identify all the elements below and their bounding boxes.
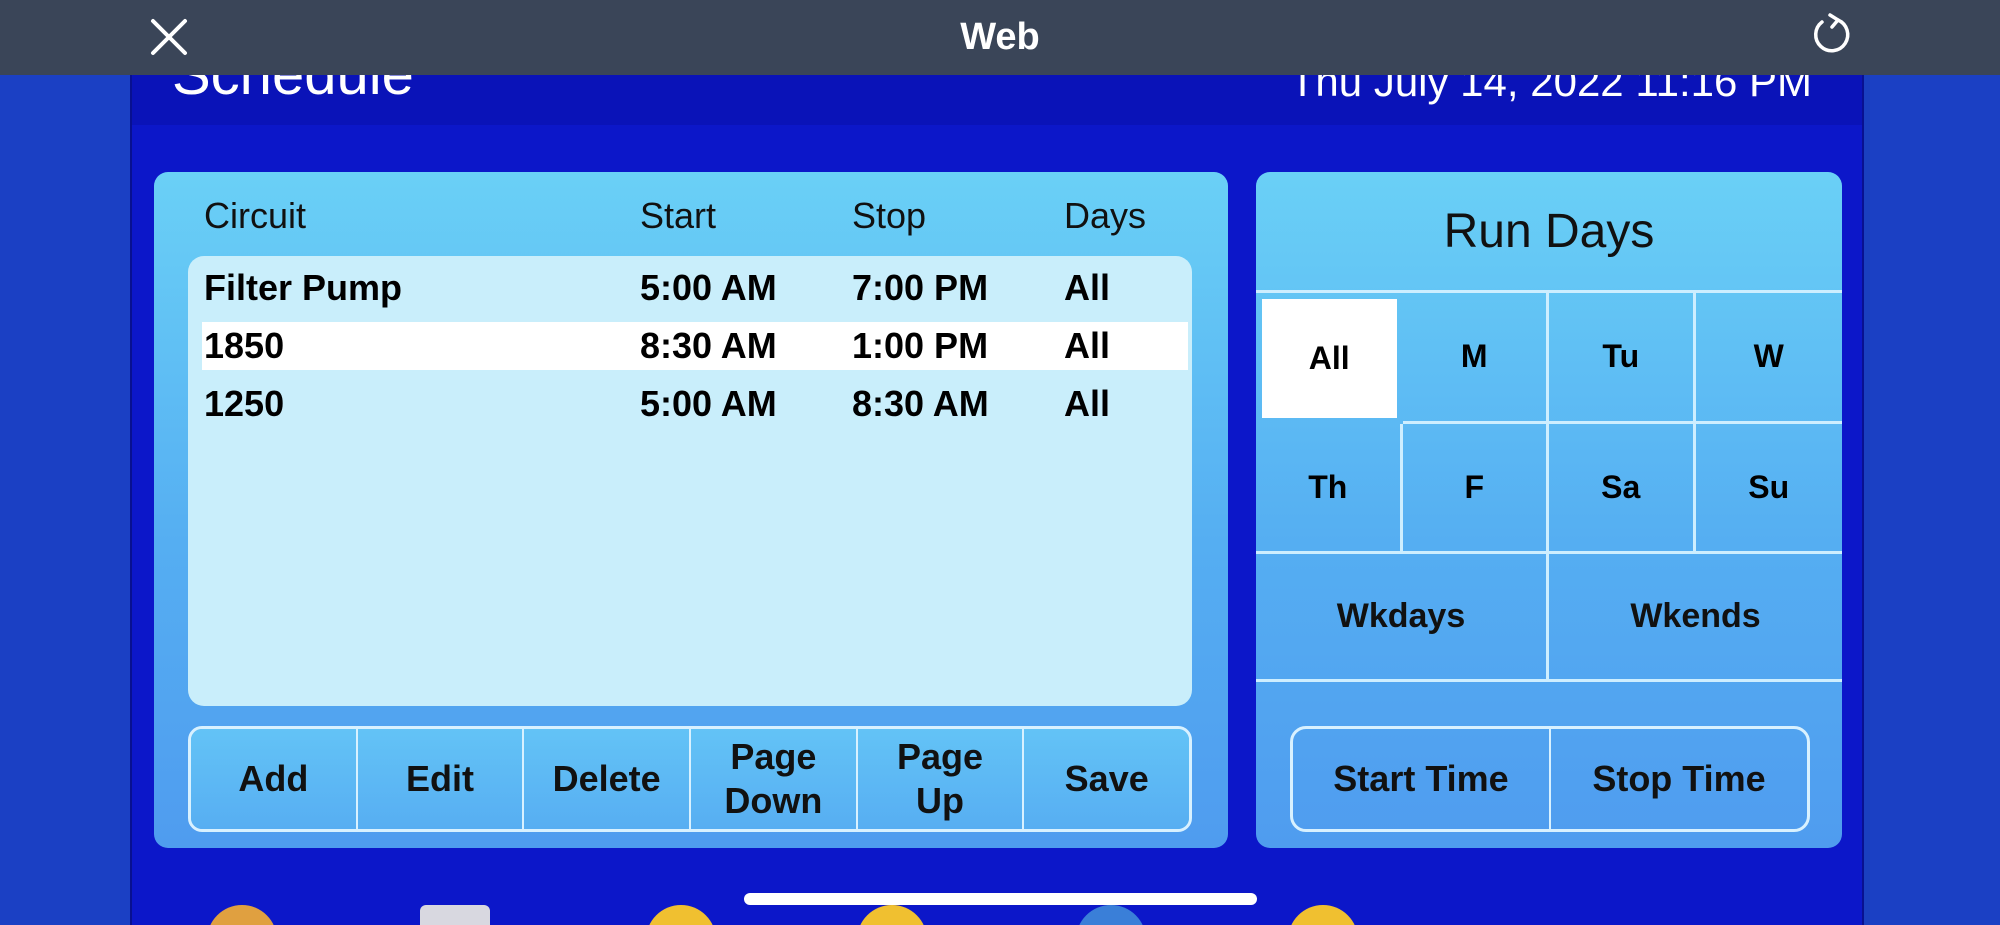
column-header-circuit: Circuit — [204, 195, 307, 236]
sun-dock-icon[interactable] — [1288, 905, 1358, 925]
weekdays-button[interactable]: Wkdays — [1256, 554, 1549, 679]
row-stop: 1:00 PM — [852, 325, 989, 366]
row-start: 5:00 AM — [640, 383, 777, 424]
schedule-row[interactable]: 1250 5:00 AM 8:30 AM All — [202, 380, 1188, 428]
page-up-button[interactable]: Page Up — [857, 729, 1025, 829]
column-header-days: Days — [1064, 195, 1147, 236]
light-dock-icon[interactable] — [646, 905, 716, 925]
row-stop: 7:00 PM — [852, 267, 989, 308]
column-header-start: Start — [640, 195, 717, 236]
row-days: All — [1064, 383, 1111, 424]
page-up-label: Page Up — [897, 736, 984, 821]
day-wednesday[interactable]: W — [1695, 293, 1842, 424]
schedule-button-bar: Add Edit Delete Page Down Page Up Save — [188, 726, 1192, 832]
schedule-app: Schedule Thu July 14, 2022 11:16 PM Circ… — [130, 0, 1864, 925]
schedule-list[interactable]: Filter Pump 5:00 AM 7:00 PM All 1850 8:3… — [188, 256, 1192, 706]
run-days-panel: Run Days All M Tu W Th F Sa Su Wkdays Wk… — [1256, 172, 1842, 848]
day-monday[interactable]: M — [1402, 293, 1549, 424]
page-down-label: Page Down — [724, 736, 823, 821]
home-indicator — [744, 893, 1257, 905]
home-dock-icon[interactable] — [207, 905, 277, 925]
stop-time-button[interactable]: Stop Time — [1551, 729, 1807, 829]
reload-icon[interactable] — [1808, 12, 1854, 58]
row-days: All — [1064, 267, 1111, 308]
time-button-bar: Start Time Stop Time — [1290, 726, 1810, 832]
background-right — [1870, 0, 2000, 925]
save-button[interactable]: Save — [1024, 729, 1189, 829]
row-circuit: 1250 — [204, 383, 285, 424]
globe-dock-icon[interactable] — [1076, 905, 1146, 925]
day-thursday[interactable]: Th — [1256, 423, 1403, 554]
start-time-button[interactable]: Start Time — [1293, 729, 1551, 829]
day-sunday[interactable]: Su — [1695, 424, 1842, 554]
page-down-button[interactable]: Page Down — [691, 729, 858, 829]
background-left — [0, 0, 130, 925]
day-all[interactable]: All — [1262, 299, 1397, 418]
schedule-panel: Circuit Start Stop Days Filter Pump 5:00… — [154, 172, 1228, 848]
add-button[interactable]: Add — [191, 729, 358, 829]
mail-dock-icon[interactable] — [420, 905, 490, 925]
column-header-stop: Stop — [852, 195, 927, 236]
browser-title: Web — [960, 16, 1040, 58]
browser-top-bar: Web — [0, 0, 2000, 75]
day-grid: All M Tu W Th F Sa Su — [1256, 290, 1842, 554]
day-saturday[interactable]: Sa — [1549, 423, 1696, 554]
weekday-weekend-row: Wkdays Wkends — [1256, 554, 1842, 682]
weekends-button[interactable]: Wkends — [1549, 554, 1842, 679]
day-friday[interactable]: F — [1402, 423, 1549, 554]
row-days: All — [1064, 325, 1111, 366]
day-tuesday[interactable]: Tu — [1549, 293, 1696, 424]
schedule-row-selected[interactable]: 1850 8:30 AM 1:00 PM All — [202, 322, 1188, 370]
row-stop: 8:30 AM — [852, 383, 989, 424]
schedule-row[interactable]: Filter Pump 5:00 AM 7:00 PM All — [202, 264, 1188, 312]
bulb-dock-icon[interactable] — [857, 905, 927, 925]
row-start: 8:30 AM — [640, 325, 777, 366]
edit-button[interactable]: Edit — [357, 729, 525, 829]
row-start: 5:00 AM — [640, 267, 777, 308]
row-circuit: 1850 — [204, 325, 285, 366]
row-circuit: Filter Pump — [204, 267, 403, 308]
delete-button[interactable]: Delete — [524, 729, 692, 829]
run-days-title: Run Days — [1443, 205, 1655, 258]
